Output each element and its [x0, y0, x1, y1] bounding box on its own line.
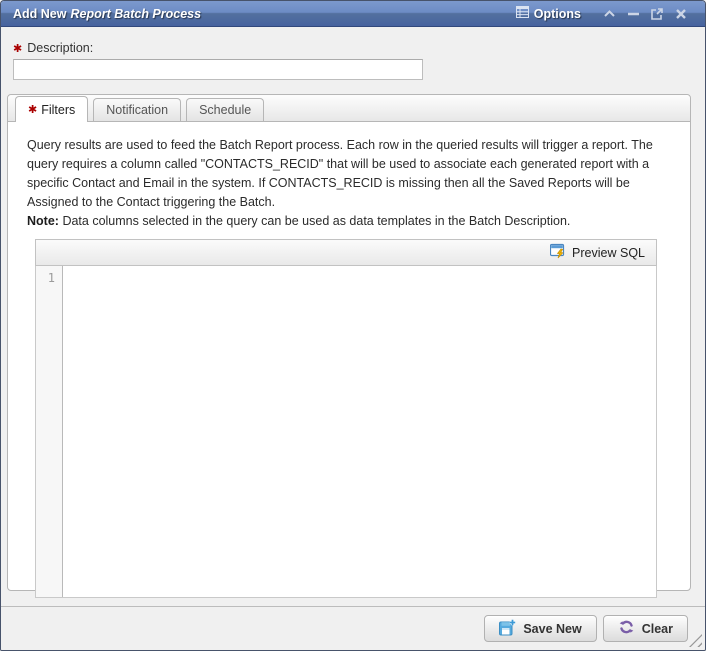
footer: Save New Clear [1, 606, 705, 650]
clear-button[interactable]: Clear [603, 615, 688, 642]
refresh-arrows-icon [618, 619, 635, 638]
intro-text: Query results are used to feed the Batch… [27, 136, 677, 231]
minimize-button[interactable] [621, 4, 645, 24]
tab-notification-label: Notification [106, 103, 168, 117]
editor-content[interactable] [63, 266, 656, 597]
tab-filters-label: Filters [41, 103, 75, 117]
query-area: Preview SQL 1 [35, 239, 657, 598]
titlebar: Add New Report Batch Process Options [1, 1, 705, 27]
line-number: 1 [36, 271, 55, 285]
description-label: Description: [27, 41, 93, 55]
filters-tab-body: Query results are used to feed the Batch… [8, 122, 690, 591]
tab-strip: ✱ Filters Notification Schedule [8, 95, 690, 122]
close-x-icon [676, 9, 686, 19]
note-text: Data columns selected in the query can b… [62, 214, 570, 228]
dialog-title-name: Report Batch Process [70, 7, 201, 21]
sql-toolbar: Preview SQL [35, 239, 657, 266]
required-asterisk: ✱ [13, 42, 22, 55]
close-button[interactable] [669, 4, 693, 24]
clear-label: Clear [642, 622, 673, 636]
tab-filters[interactable]: ✱ Filters [15, 96, 88, 122]
line-number-gutter: 1 [36, 266, 63, 597]
description-input[interactable] [13, 59, 423, 80]
add-report-batch-dialog: Add New Report Batch Process Options [0, 0, 706, 651]
tab-schedule[interactable]: Schedule [186, 98, 264, 121]
tab-panel: ✱ Filters Notification Schedule Query re… [7, 94, 691, 591]
tab-notification[interactable]: Notification [93, 98, 181, 121]
options-button[interactable]: Options [516, 6, 581, 21]
note-label: Note: [27, 214, 59, 228]
save-new-label: Save New [523, 622, 581, 636]
sql-window-bolt-icon [550, 243, 567, 262]
minus-icon [628, 12, 639, 16]
save-plus-icon [499, 619, 516, 639]
tab-schedule-label: Schedule [199, 103, 251, 117]
options-label: Options [534, 7, 581, 21]
required-asterisk: ✱ [28, 103, 37, 116]
save-new-button[interactable]: Save New [484, 615, 596, 642]
popout-button[interactable] [645, 4, 669, 24]
popout-arrow-icon [651, 8, 663, 20]
dialog-title-prefix: Add New [13, 7, 66, 21]
sql-editor[interactable]: 1 [35, 266, 657, 598]
collapse-button[interactable] [597, 4, 621, 24]
dialog-title: Add New Report Batch Process [13, 7, 516, 21]
chevron-up-icon [604, 10, 615, 17]
preview-sql-label: Preview SQL [572, 246, 645, 260]
preview-sql-button[interactable]: Preview SQL [546, 241, 649, 264]
grid-list-icon [516, 6, 529, 21]
